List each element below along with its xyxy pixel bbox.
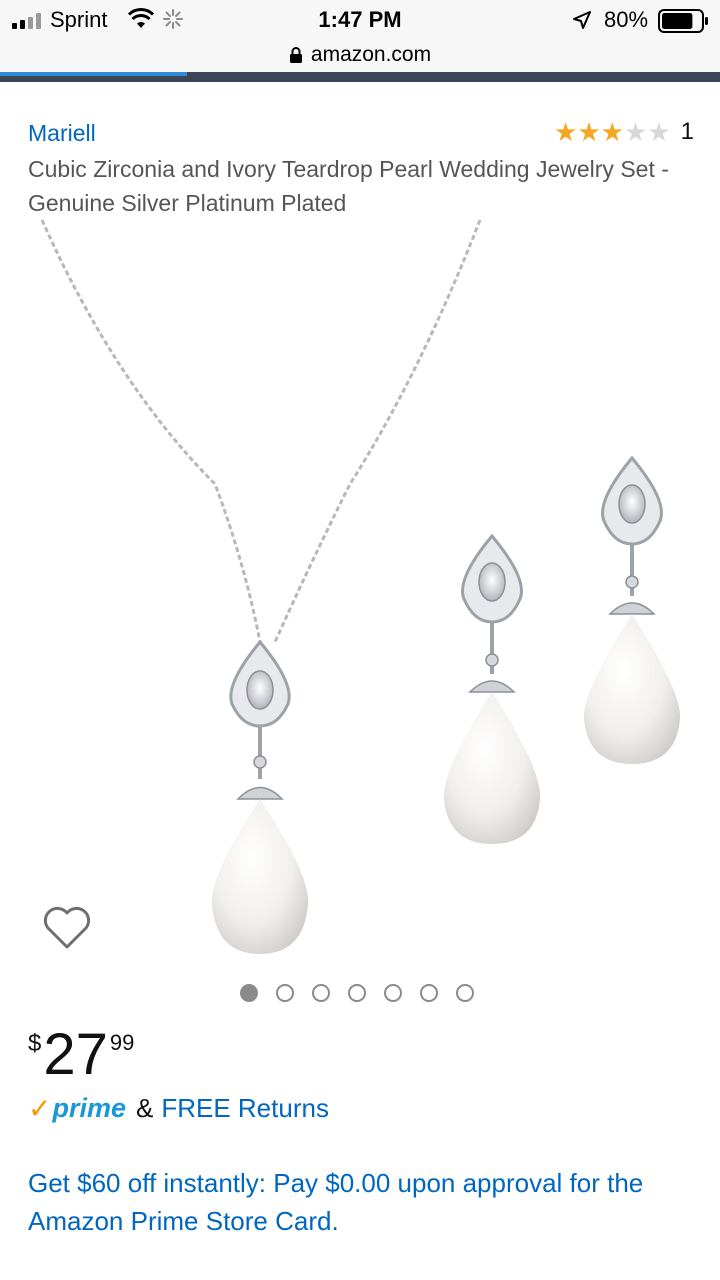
brand-link[interactable]: Mariell xyxy=(28,120,96,147)
carousel-dot[interactable] xyxy=(240,984,258,1002)
star-full-icon: ★ xyxy=(577,117,601,147)
price-fraction: 99 xyxy=(109,1030,135,1055)
image-carousel-dots[interactable] xyxy=(240,984,474,1002)
url-text[interactable]: amazon.com xyxy=(311,43,431,67)
prime-check-icon: ✓ xyxy=(28,1093,52,1124)
heart-icon[interactable] xyxy=(42,905,92,951)
star-empty-icon: ★ xyxy=(647,117,671,147)
battery-percent: 80% xyxy=(604,7,649,32)
price: $ 27 99 xyxy=(28,1026,134,1084)
page-load-progress-fill xyxy=(0,72,188,76)
location-icon xyxy=(573,11,591,29)
store-card-promo-link[interactable]: Get $60 off instantly: Pay $0.00 upon ap… xyxy=(28,1164,708,1240)
shipping-info: ✓ prime & FREE Returns xyxy=(28,1092,329,1125)
rating-count[interactable]: 1 xyxy=(681,118,694,146)
page-load-progress xyxy=(0,72,720,82)
browser-chrome: Sprint 1:47 PM 80% amazon.com xyxy=(0,0,720,82)
prime-logo[interactable]: prime xyxy=(52,1093,126,1124)
price-whole: 27 xyxy=(43,1022,108,1087)
carousel-dot[interactable] xyxy=(384,984,402,1002)
price-currency: $ xyxy=(28,1030,42,1057)
star-empty-icon: ★ xyxy=(623,117,648,147)
status-bar: Sprint 1:47 PM 80% xyxy=(0,0,720,40)
lock-icon xyxy=(289,47,302,63)
carousel-dot[interactable] xyxy=(456,984,474,1002)
carousel-dot[interactable] xyxy=(312,984,330,1002)
carousel-dot[interactable] xyxy=(276,984,294,1002)
star-rating[interactable]: ★ ★ ★ ★ ★ xyxy=(554,119,671,145)
carousel-dot[interactable] xyxy=(420,984,438,1002)
star-full-icon: ★ xyxy=(554,117,578,147)
battery-icon xyxy=(658,9,708,33)
product-image[interactable] xyxy=(20,214,700,974)
shipping-separator: & xyxy=(136,1093,154,1123)
rating[interactable]: ★ ★ ★ ★ ★ 1 xyxy=(554,118,694,146)
product-title: Cubic Zirconia and Ivory Teardrop Pearl … xyxy=(28,156,669,216)
carousel-dot[interactable] xyxy=(348,984,366,1002)
address-bar[interactable]: amazon.com xyxy=(0,38,720,72)
free-returns-link[interactable]: FREE Returns xyxy=(161,1093,329,1124)
star-full-icon: ★ xyxy=(600,117,624,147)
